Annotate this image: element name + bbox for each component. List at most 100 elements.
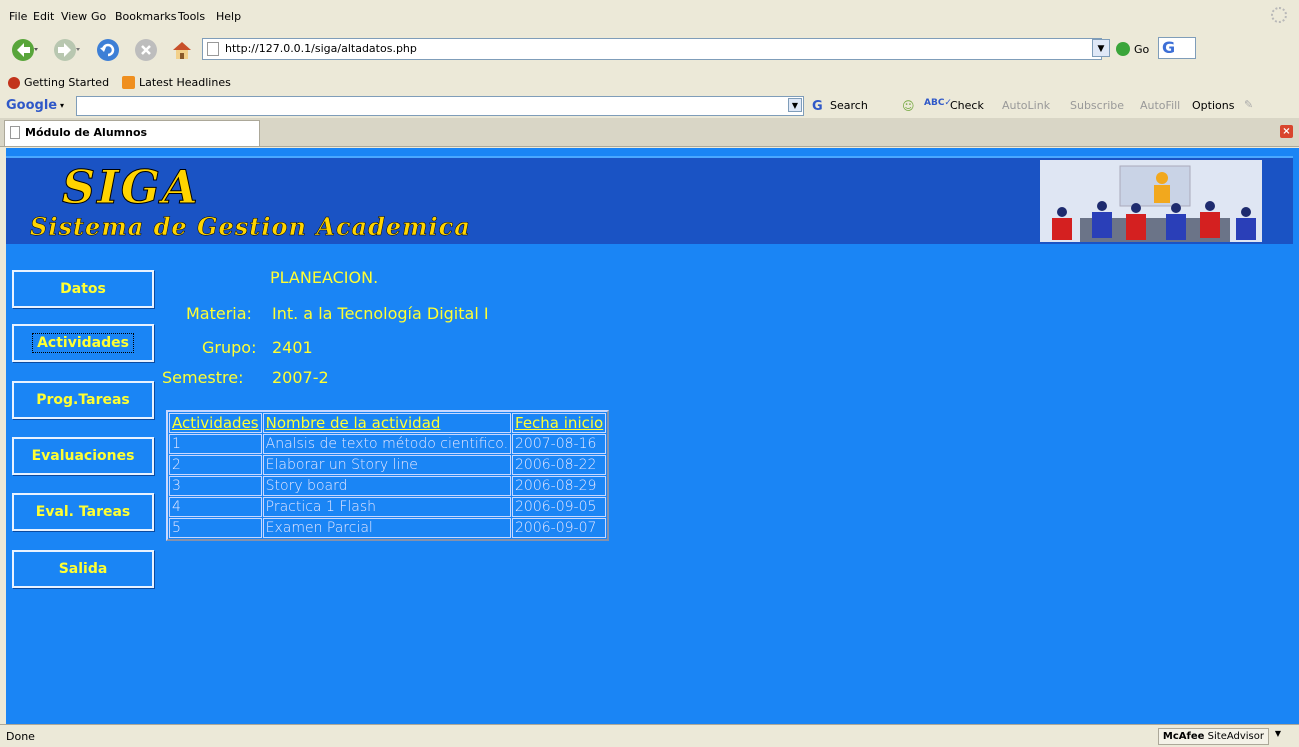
menu-tools[interactable]: Tools [178, 10, 205, 23]
table-row: 1 Analsis de texto método cientifico. 20… [169, 434, 607, 454]
forward-button[interactable] [50, 36, 84, 64]
nav-actividades-button[interactable]: Actividades [12, 324, 154, 362]
home-icon [173, 42, 191, 59]
go-button[interactable]: Go [1116, 39, 1149, 59]
cell-fecha: 2006-08-29 [512, 476, 607, 496]
google-search-button[interactable]: Search [830, 99, 868, 112]
autofill-button[interactable]: AutoFill [1140, 99, 1180, 112]
reload-icon [97, 39, 119, 61]
tab-modulo-alumnos[interactable]: Módulo de Alumnos [4, 120, 260, 146]
go-label: Go [1134, 42, 1150, 56]
siga-banner: SIGA Sistema de Gestion Academica [6, 156, 1293, 244]
tab-bar: Módulo de Alumnos × [0, 118, 1299, 147]
col-header-nombre: Nombre de la actividad [262, 413, 512, 433]
grupo-value: 2401 [272, 338, 313, 357]
cell-nombre: Analsis de texto método cientifico. [262, 434, 512, 454]
highlighter-icon[interactable]: ✎ [1244, 98, 1253, 111]
page-content: SIGA Sistema de Gestion Academica Datos … [6, 148, 1299, 724]
status-text: Done [6, 730, 35, 743]
google-menu-arrow-icon[interactable]: ▾ [60, 101, 64, 110]
nav-label: Evaluaciones [31, 448, 135, 464]
nav-prog-tareas-button[interactable]: Prog.Tareas [12, 381, 154, 419]
page-icon [10, 126, 20, 139]
table-row: 2 Elaborar un Story line 2006-08-22 [169, 455, 607, 475]
cell-fecha: 2006-09-05 [512, 497, 607, 517]
bookmark-getting-started[interactable]: Getting Started [8, 76, 109, 89]
cell-nombre: Story board [262, 476, 512, 496]
table-row: 3 Story board 2006-08-29 [169, 476, 607, 496]
cell-num: 4 [169, 497, 262, 517]
back-button[interactable] [8, 36, 42, 64]
mcafee-label: McAfee [1162, 731, 1205, 742]
cell-fecha: 2006-08-22 [512, 455, 607, 475]
stop-button[interactable] [132, 36, 160, 64]
subscribe-button[interactable]: Subscribe [1070, 99, 1124, 112]
nav-label: Datos [60, 281, 106, 297]
nav-salida-button[interactable]: Salida [12, 550, 154, 588]
spellcheck-icon: ABC✓ [924, 98, 952, 108]
siga-subtitle: Sistema de Gestion Academica [30, 212, 471, 242]
throbber-icon [1271, 7, 1287, 23]
nav-label: Actividades [32, 333, 134, 353]
reload-button[interactable] [94, 36, 122, 64]
col-header-actividades: Actividades [169, 413, 262, 433]
check-button[interactable]: Check [950, 99, 984, 112]
siteadvisor-dropdown-icon[interactable]: ▼ [1275, 729, 1281, 738]
close-tab-icon[interactable]: × [1280, 125, 1293, 138]
cell-num: 3 [169, 476, 262, 496]
table-row: 4 Practica 1 Flash 2006-09-05 [169, 497, 607, 517]
nav-label: Prog.Tareas [36, 392, 130, 408]
nav-evaluaciones-button[interactable]: Evaluaciones [12, 437, 154, 475]
table-row: 5 Examen Parcial 2006-09-07 [169, 518, 607, 538]
status-bar: Done McAfee SiteAdvisor ▼ [0, 724, 1299, 747]
activities-table: Actividades Nombre de la actividad Fecha… [166, 410, 610, 541]
siga-logo: SIGA [62, 160, 200, 215]
menu-help[interactable]: Help [216, 10, 241, 23]
url-bar[interactable]: http://127.0.0.1/siga/altadatos.php [202, 38, 1102, 60]
menu-bookmarks[interactable]: Bookmarks [115, 10, 176, 23]
semestre-value: 2007-2 [272, 368, 329, 387]
home-button[interactable] [168, 36, 196, 64]
navigation-toolbar: http://127.0.0.1/siga/altadatos.php ▼ Go… [0, 30, 1299, 70]
google-toolbar: Google ▾ ▼ G Search ☺ ABC✓ Check AutoLin… [0, 94, 1299, 118]
menu-view[interactable]: View [61, 10, 87, 23]
options-button[interactable]: Options [1192, 99, 1234, 112]
google-search-dropdown-icon[interactable]: ▼ [788, 98, 802, 112]
cell-nombre: Examen Parcial [262, 518, 512, 538]
stop-icon [135, 39, 157, 61]
google-g-icon: G [812, 99, 823, 114]
nav-label: Eval. Tareas [35, 504, 131, 520]
url-dropdown-icon[interactable]: ▼ [1092, 39, 1110, 57]
bookmark-label: Getting Started [24, 76, 110, 89]
google-search-input[interactable] [76, 96, 804, 116]
tab-title: Módulo de Alumnos [25, 126, 148, 139]
menu-go[interactable]: Go [91, 10, 106, 23]
cell-fecha: 2006-09-07 [512, 518, 607, 538]
google-search-box[interactable]: G [1158, 37, 1196, 59]
mcafee-siteadvisor-button[interactable]: McAfee SiteAdvisor [1157, 728, 1269, 745]
nav-eval-tareas-button[interactable]: Eval. Tareas [12, 493, 154, 531]
go-arrow-icon [1116, 42, 1130, 56]
url-text: http://127.0.0.1/siga/altadatos.php [225, 42, 417, 55]
cell-nombre: Practica 1 Flash [262, 497, 512, 517]
google-logo[interactable]: Google [6, 98, 57, 113]
nav-datos-button[interactable]: Datos [12, 270, 154, 308]
siteadvisor-label: SiteAdvisor [1207, 731, 1264, 742]
menu-file[interactable]: File [9, 10, 27, 23]
semestre-label: Semestre: [162, 368, 244, 387]
cell-nombre: Elaborar un Story line [262, 455, 512, 475]
firefox-icon [8, 76, 20, 89]
classroom-illustration [1040, 160, 1262, 242]
page-heading: PLANEACION. [270, 268, 379, 287]
materia-value: Int. a la Tecnología Digital I [272, 304, 489, 323]
autolink-button[interactable]: AutoLink [1002, 99, 1050, 112]
bookmarks-toolbar: Getting Started Latest Headlines [0, 72, 1299, 94]
cell-num: 2 [169, 455, 262, 475]
pagerank-icon: ☺ [902, 99, 915, 113]
cell-num: 1 [169, 434, 262, 454]
bookmark-latest-headlines[interactable]: Latest Headlines [122, 76, 231, 89]
menu-edit[interactable]: Edit [33, 10, 54, 23]
col-header-fecha: Fecha inicio [512, 413, 607, 433]
back-arrow-icon [12, 39, 38, 61]
bookmark-label: Latest Headlines [139, 76, 231, 89]
